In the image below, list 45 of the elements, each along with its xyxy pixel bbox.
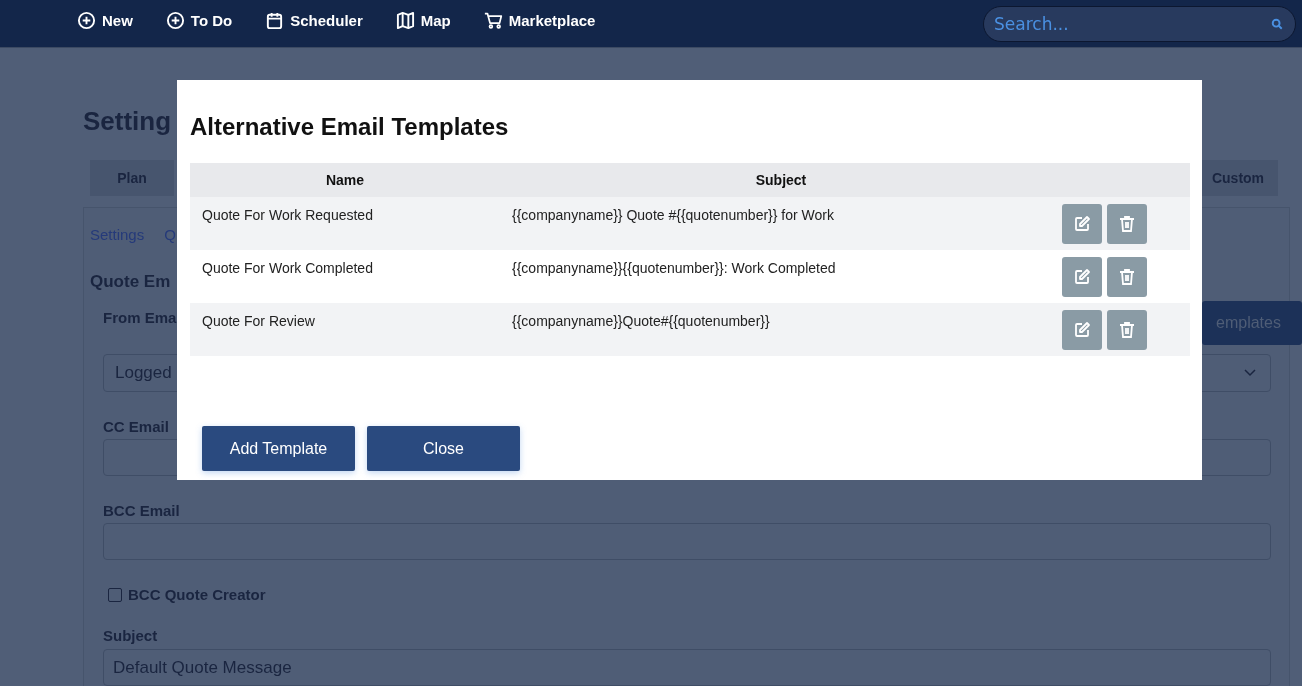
trash-icon	[1117, 267, 1137, 287]
trash-icon	[1117, 320, 1137, 340]
nav-link[interactable]: Scheduler	[265, 11, 363, 30]
table-cell: Quote For Work Completed	[190, 250, 500, 303]
plus-circle-icon	[165, 11, 185, 30]
table-cell: Quote For Work Requested	[190, 197, 500, 250]
dialog-button[interactable]: Add Template	[202, 426, 355, 471]
table-cell: {{companyname}}Quote#{{quotenumber}}	[500, 303, 1062, 356]
section-title: Quote Em	[90, 272, 171, 291]
search-input[interactable]: Search...	[992, 12, 1271, 35]
column-header: Subject	[500, 163, 1062, 197]
cart-icon	[483, 11, 503, 30]
field-label: Subject	[103, 627, 159, 644]
table-cell: {{companyname}} Quote #{{quotenumber}} for Work	[500, 197, 1062, 250]
checkbox[interactable]	[108, 587, 122, 602]
delete-button[interactable]	[1107, 257, 1147, 297]
nav-link[interactable]: New	[77, 11, 133, 30]
edit-button[interactable]	[1062, 257, 1102, 297]
edit-icon	[1072, 267, 1092, 287]
nav-link[interactable]: Map	[395, 11, 451, 30]
delete-button[interactable]	[1107, 310, 1147, 350]
field-label: CC Email	[103, 418, 170, 435]
calendar-icon	[265, 11, 285, 30]
field-label: From Ema	[103, 309, 177, 326]
nav-link[interactable]: Marketplace	[483, 11, 596, 30]
edit-icon	[1072, 214, 1092, 234]
table-cell: Quote For Review	[190, 303, 500, 356]
dialog-button[interactable]: Close	[367, 426, 520, 471]
edit-button[interactable]	[1062, 310, 1102, 350]
search-icon	[1271, 17, 1283, 30]
modal-title: Alternative Email Templates	[190, 113, 510, 142]
page-title: Setting	[83, 106, 172, 136]
delete-button[interactable]	[1107, 204, 1147, 244]
checkbox-label: BCC Quote Creator	[128, 586, 266, 603]
trash-icon	[1117, 214, 1137, 234]
chevron-down-icon	[1244, 369, 1256, 377]
nav-link[interactable]: To Do	[165, 11, 233, 30]
plus-circle-icon	[77, 11, 96, 30]
table-cell: {{companyname}}{{quotenumber}}: Work Completed	[500, 250, 1062, 303]
map-icon	[395, 11, 415, 30]
search-field[interactable]: Search...	[983, 5, 1296, 42]
edit-icon	[1072, 320, 1092, 340]
edit-button[interactable]	[1062, 204, 1102, 244]
field-label: BCC Email	[103, 502, 181, 519]
column-header: Name	[190, 163, 500, 197]
